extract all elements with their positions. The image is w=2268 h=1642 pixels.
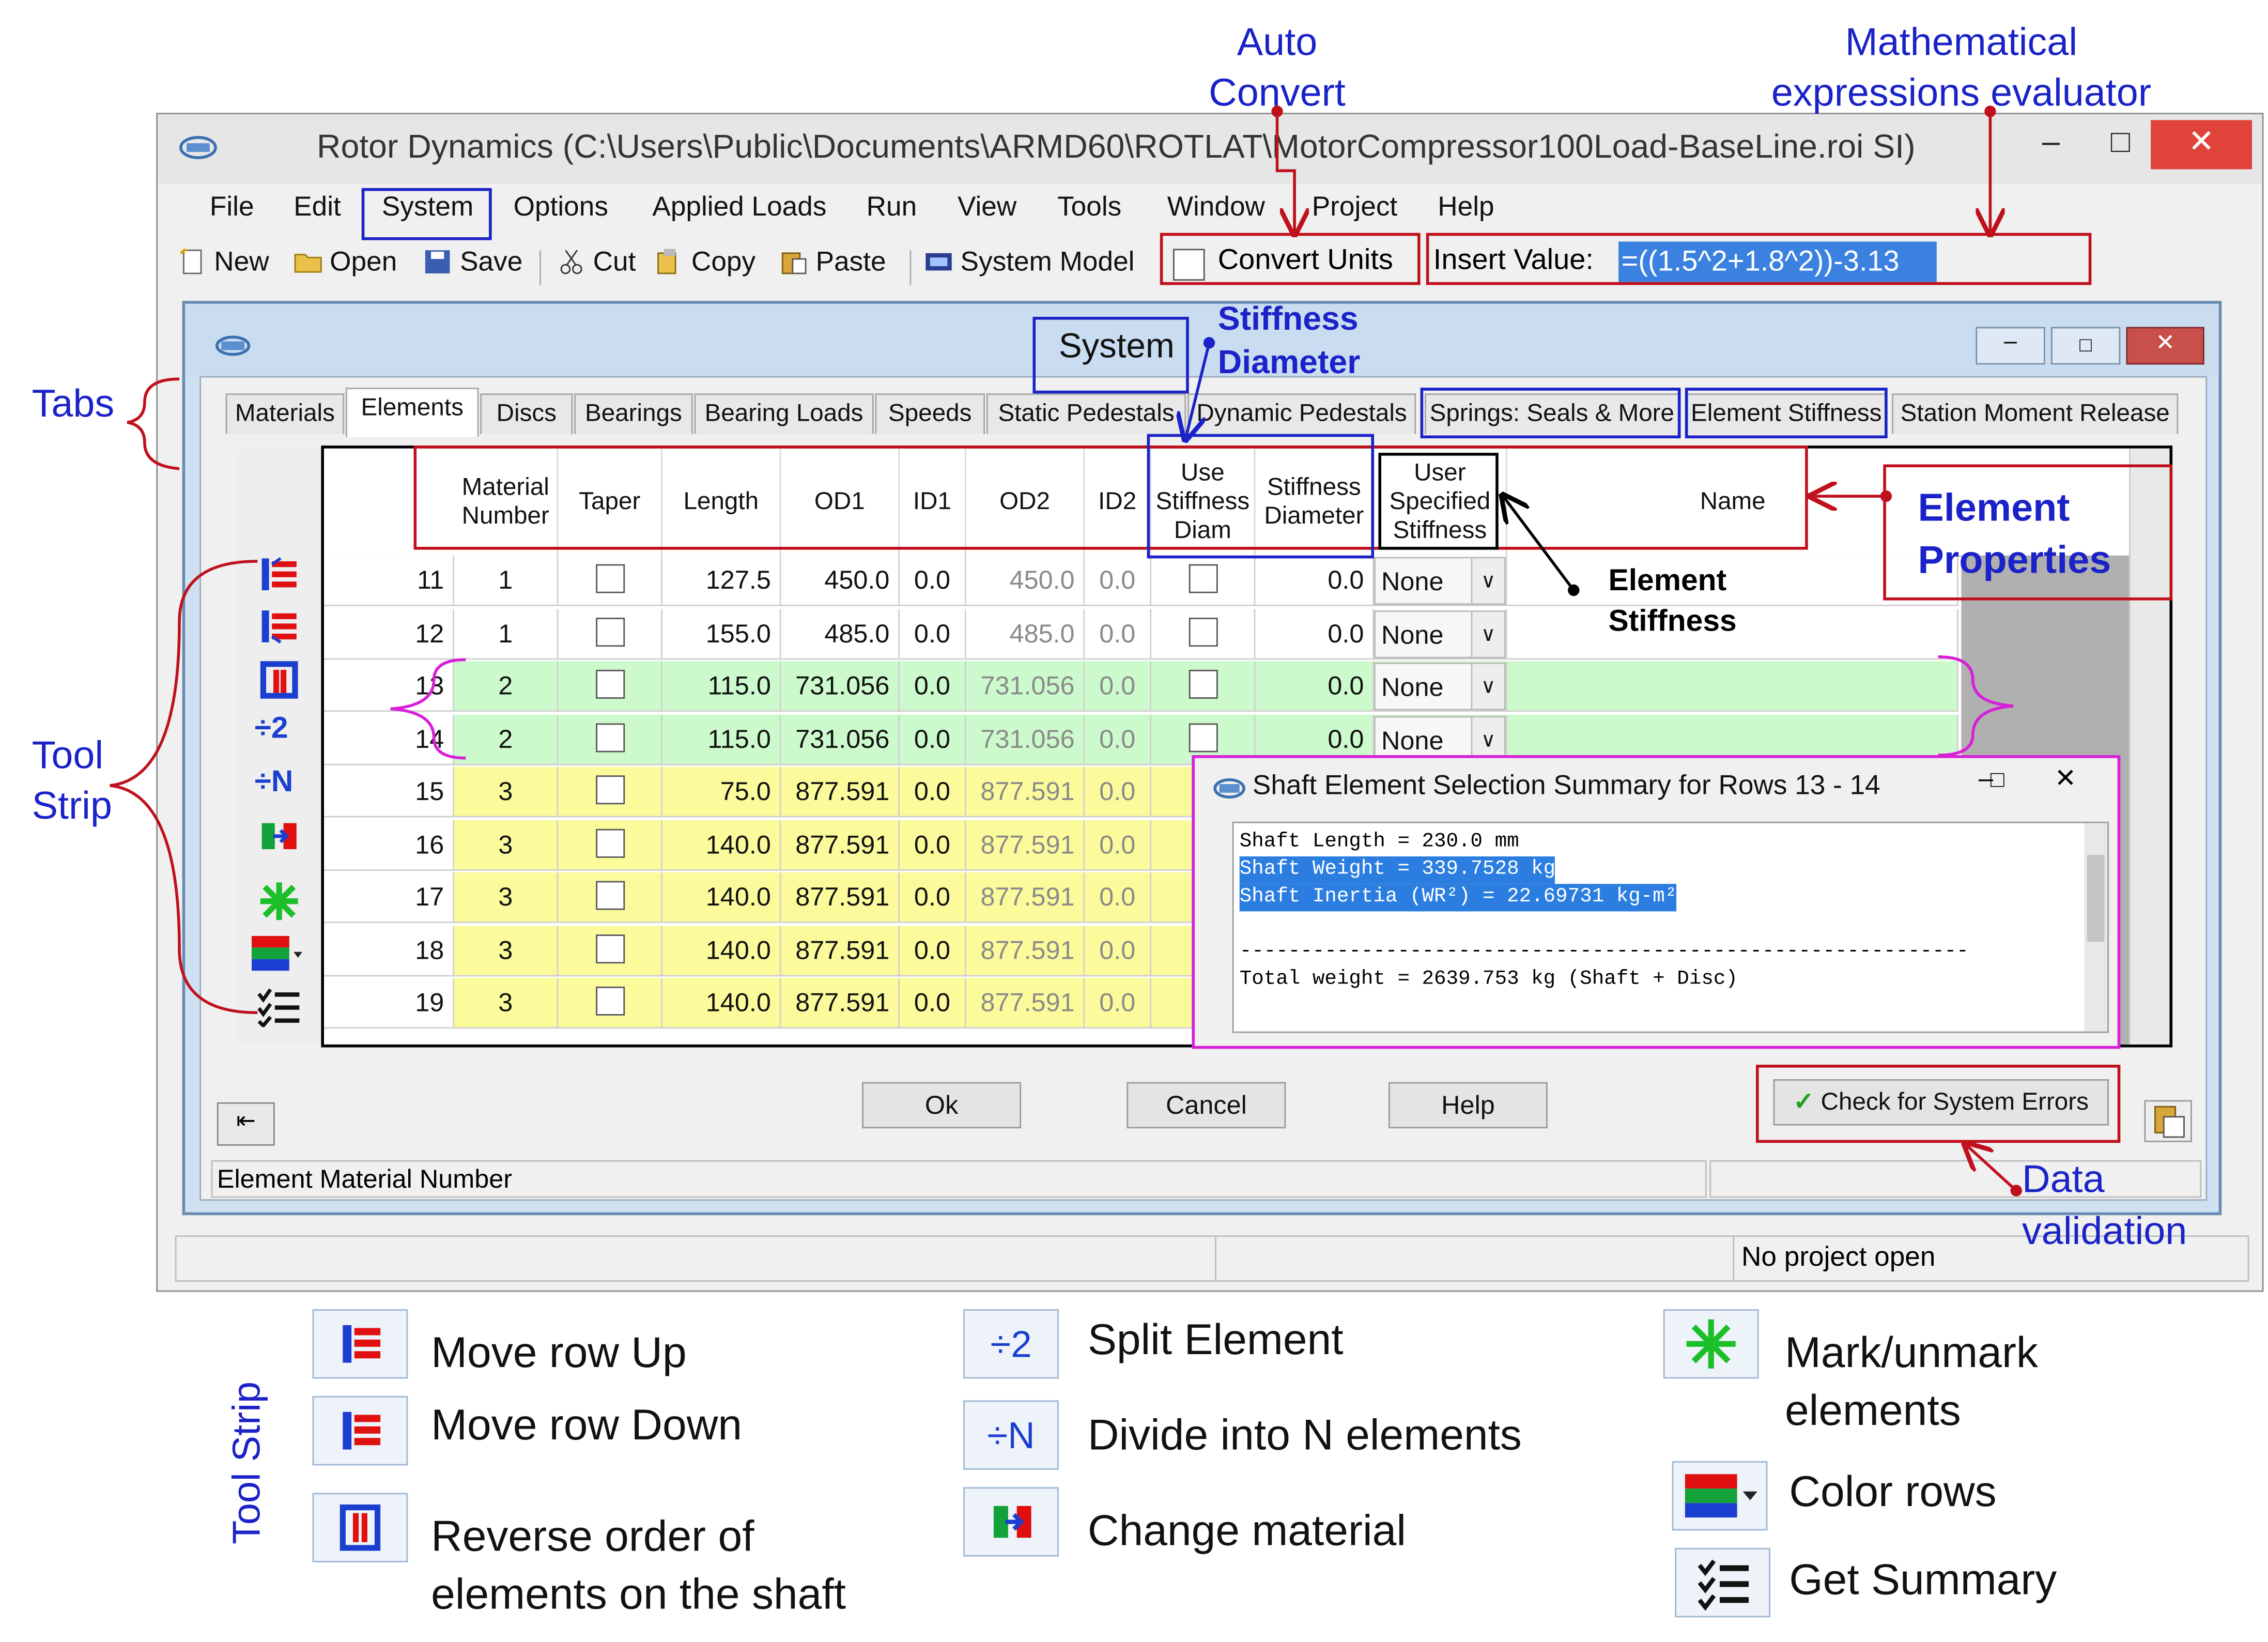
annotation-expressions-evaluator: expressions evaluator [1771,71,2152,115]
legend-summary-icon [1675,1547,1770,1618]
annotation-data: Data [2022,1157,2105,1201]
legend-move-up-text: Move row Up [431,1329,687,1377]
legend-divide-icon: ÷N [963,1400,1059,1470]
annotation-tabs: Tabs [32,381,115,425]
annotation-properties: Properties [1918,538,2111,582]
legend-move-up-icon [312,1309,408,1379]
annotation-element-stiffness-2: Stiffness [1608,604,1737,638]
legend-reverse-text-2: elements on the shaft [431,1571,846,1619]
legend-color-rows-icon [1672,1461,1768,1531]
legend-divide-text: Divide into N elements [1087,1411,1522,1460]
annotation-mathematical: Mathematical [1845,20,2078,64]
legend-tool-strip-label: Tool Strip [225,1381,269,1544]
annotation-convert: Convert [1209,71,1346,115]
legend-reverse-text-1: Reverse order of [431,1513,754,1561]
legend-move-down-icon [312,1396,408,1466]
legend-split-icon: ÷2 [963,1309,1059,1379]
legend-change-material-text: Change material [1087,1507,1406,1555]
legend-mark-text-1: Mark/unmark [1784,1329,2038,1377]
legend-color-rows-text: Color rows [1789,1468,1997,1516]
annotation-element: Element [1918,486,2070,530]
legend-mark-icon [1663,1309,1759,1379]
legend-move-down-text: Move row Down [431,1402,743,1450]
legend-split-text: Split Element [1087,1316,1344,1364]
annotation-auto: Auto [1237,20,1318,64]
annotation-element-stiffness-1: Element [1608,564,1727,597]
legend-change-material-icon [963,1487,1059,1557]
legend-summary-text: Get Summary [1789,1556,2057,1605]
annotation-validation: validation [2022,1209,2187,1253]
annotation-stiffness: Stiffness [1217,299,1359,337]
annotation-diameter: Diameter [1217,343,1361,381]
legend-reverse-icon [312,1493,408,1562]
annotation-tool: Tool [32,733,104,777]
legend-mark-text-2: elements [1784,1387,1961,1435]
annotation-strip: Strip [32,784,113,828]
